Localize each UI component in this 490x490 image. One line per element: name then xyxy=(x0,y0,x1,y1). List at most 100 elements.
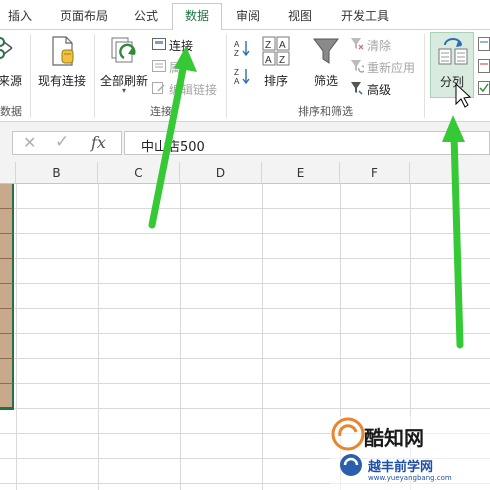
sort-dialog-icon: ZAAZ xyxy=(262,36,290,69)
gridline xyxy=(0,308,490,309)
selected-cell[interactable] xyxy=(0,209,14,234)
filter-label: 筛选 xyxy=(313,74,338,88)
selected-cell[interactable] xyxy=(0,184,14,209)
column-header-b[interactable]: B xyxy=(16,162,98,184)
connections-icon xyxy=(152,37,166,53)
reapply-button[interactable]: 重新应用 xyxy=(350,58,415,76)
filter-funnel-icon xyxy=(312,36,340,69)
watermark-site-name: 越丰前学网 xyxy=(368,460,434,475)
group-separator xyxy=(424,34,425,118)
formula-input-value: 中山店500 xyxy=(141,140,205,155)
column-header-c[interactable]: C xyxy=(98,162,180,184)
tab-review[interactable]: 审阅 xyxy=(228,6,268,30)
column-header-g[interactable] xyxy=(410,162,490,184)
svg-text:A: A xyxy=(234,77,240,85)
column-header-e[interactable]: E xyxy=(262,162,340,184)
enter-check-icon[interactable]: ✓ xyxy=(55,132,69,152)
column-header-d[interactable]: D xyxy=(180,162,262,184)
watermark-site-url: www.yueyangbang.com xyxy=(368,474,452,482)
watermark-logo-icon xyxy=(330,416,366,455)
get-external-data-button[interactable]: 来源 xyxy=(0,34,28,92)
group-separator xyxy=(94,34,95,118)
selected-cell[interactable] xyxy=(0,259,14,284)
cancel-icon[interactable]: ✕ xyxy=(23,133,36,152)
existing-connections-button[interactable]: 现有连接 xyxy=(34,34,90,94)
tab-page-layout[interactable]: 页面布局 xyxy=(48,6,120,30)
flash-fill-icon xyxy=(478,36,490,54)
external-data-label: 来源 xyxy=(0,74,23,88)
clear-label: 清除 xyxy=(367,38,392,53)
gridline xyxy=(16,184,17,490)
formula-input[interactable]: 中山店500 xyxy=(124,131,490,155)
svg-text:A: A xyxy=(279,40,286,51)
gridline xyxy=(262,184,263,490)
connections-button[interactable]: 连接 xyxy=(152,36,193,54)
text-to-columns-icon xyxy=(437,37,469,68)
group-separator xyxy=(226,34,227,118)
reapply-icon xyxy=(350,59,366,76)
clear-filter-button[interactable]: 清除 xyxy=(350,36,391,54)
gridline xyxy=(0,233,490,234)
svg-text:A: A xyxy=(234,40,240,49)
edit-links-icon xyxy=(152,81,166,97)
insert-function-icon[interactable]: fx xyxy=(91,133,106,152)
watermark-brand: 酷知网 xyxy=(364,426,424,450)
ribbon-tab-bar: 插入 页面布局 公式 数据 审阅 视图 开发工具 xyxy=(0,0,490,31)
selected-cell[interactable] xyxy=(0,334,14,359)
refresh-icon xyxy=(110,36,138,69)
column-header-f[interactable]: F xyxy=(340,162,410,184)
remove-duplicates-button[interactable] xyxy=(478,58,490,76)
gridline xyxy=(0,358,490,359)
advanced-filter-button[interactable]: 高级 xyxy=(350,80,391,98)
sort-descending-icon: ZA xyxy=(234,67,250,88)
sort-label: 排序 xyxy=(263,74,288,88)
svg-text:Z: Z xyxy=(234,68,239,77)
svg-text:Z: Z xyxy=(265,40,271,51)
sort-ascending-button[interactable]: AZ xyxy=(234,40,250,58)
existing-connections-label: 现有连接 xyxy=(37,74,86,88)
properties-button[interactable]: 属 xyxy=(152,58,181,76)
sort-descending-button[interactable]: ZA xyxy=(234,68,250,86)
selected-cell[interactable] xyxy=(0,384,14,410)
remove-duplicates-icon xyxy=(478,58,490,76)
selected-cell[interactable] xyxy=(0,359,14,384)
data-validation-icon xyxy=(478,80,490,98)
edit-links-button[interactable]: 编辑链接 xyxy=(152,80,217,98)
clear-filter-icon xyxy=(350,37,364,54)
sort-ascending-icon: AZ xyxy=(234,39,250,60)
data-validation-button[interactable] xyxy=(478,80,490,98)
column-header-a[interactable] xyxy=(0,162,16,184)
tab-formulas[interactable]: 公式 xyxy=(126,6,166,30)
formula-bar: ✕ ✓ fx 中山店500 xyxy=(0,122,490,162)
tab-insert[interactable]: 插入 xyxy=(2,6,38,30)
filter-button[interactable]: 筛选 xyxy=(306,34,346,94)
edit-links-label: 编辑链接 xyxy=(169,82,218,97)
svg-text:Z: Z xyxy=(234,49,239,57)
sort-button[interactable]: ZAAZ 排序 xyxy=(256,34,296,94)
gridline xyxy=(0,258,490,259)
group-label-connections: 连接 xyxy=(150,105,172,118)
flash-fill-button[interactable] xyxy=(478,36,490,54)
chevron-down-icon: ▾ xyxy=(121,86,126,95)
ribbon-data: 来源 数据 现有连接 全部刷新 ▾ 连接 属 编辑链接 连接 AZ ZA Z A… xyxy=(0,30,490,122)
tab-view[interactable]: 视图 xyxy=(280,6,320,30)
watermark-site-logo-icon xyxy=(338,452,364,481)
connections-label: 连接 xyxy=(169,38,194,53)
refresh-all-button[interactable]: 全部刷新 ▾ xyxy=(98,34,150,98)
text-to-columns-label: 分列 xyxy=(439,75,464,89)
gridline xyxy=(0,333,490,334)
tab-data[interactable]: 数据 xyxy=(172,3,222,31)
advanced-label: 高级 xyxy=(367,82,392,97)
gridline xyxy=(0,408,490,409)
selected-cell[interactable] xyxy=(0,309,14,334)
selected-cell[interactable] xyxy=(0,234,14,259)
selected-cell[interactable] xyxy=(0,284,14,309)
text-to-columns-button[interactable]: 分列 xyxy=(430,32,474,98)
group-separator xyxy=(30,34,31,118)
group-label-external: 数据 xyxy=(0,105,22,118)
group-label-sort-filter: 排序和筛选 xyxy=(298,105,353,118)
gridline xyxy=(0,208,490,209)
tab-developer[interactable]: 开发工具 xyxy=(330,6,400,30)
formula-bar-controls: ✕ ✓ fx xyxy=(12,131,122,155)
properties-label: 属 xyxy=(169,60,182,75)
